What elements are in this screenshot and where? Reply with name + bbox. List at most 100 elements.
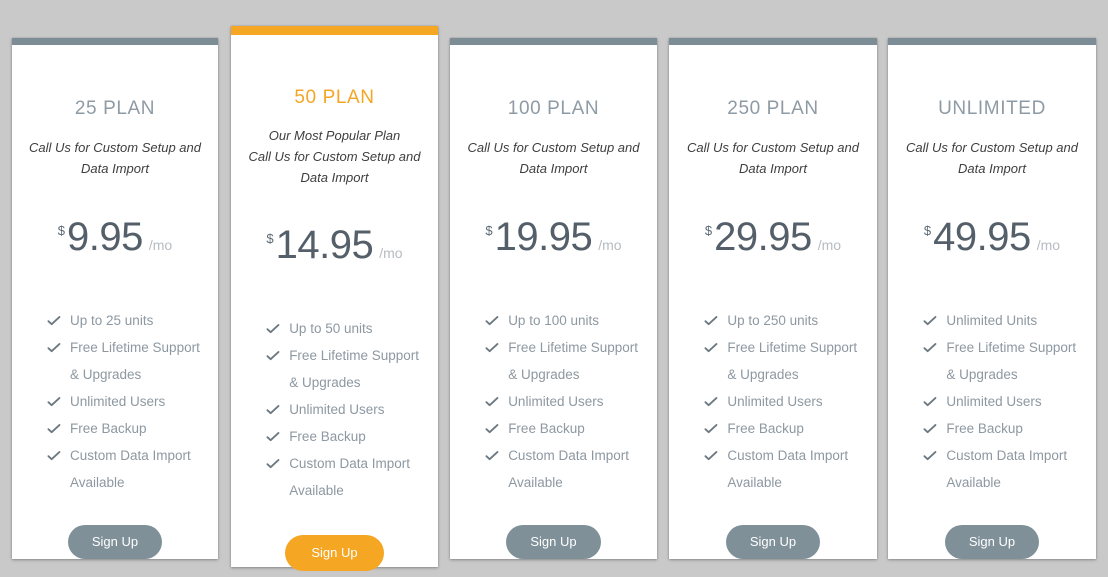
feature-item: Unlimited Users [231, 396, 438, 423]
feature-label: Free Lifetime Support [727, 340, 858, 355]
feature-label: Custom Data Import [70, 448, 191, 463]
feature-label: Up to 50 units [289, 321, 373, 336]
check-icon [47, 395, 61, 409]
feature-item: Available [12, 469, 218, 496]
feature-item: Free Lifetime Support [231, 342, 438, 369]
price-period: /mo [817, 237, 842, 253]
feature-label: Free Lifetime Support [289, 348, 419, 363]
check-icon [485, 314, 499, 328]
signup-button-plan-unlimited[interactable]: Sign Up [944, 525, 1040, 559]
price-currency: $ [923, 223, 932, 238]
feature-label: Up to 100 units [508, 313, 599, 328]
plan-subtitle-text: Call Us for Custom Setup and Data Import [29, 140, 201, 176]
feature-label: Unlimited Users [727, 394, 823, 409]
feature-label: & Upgrades [727, 367, 799, 382]
plan-subtitle: Our Most Popular Plan Call Us for Custom … [248, 125, 422, 188]
feature-label: Available [70, 475, 125, 490]
plan-subtitle-text: Call Us for Custom Setup and Data Import [467, 140, 640, 176]
check-icon [266, 322, 280, 336]
feature-label: Available [727, 475, 782, 490]
check-icon [266, 430, 280, 444]
check-icon [485, 449, 499, 463]
price-period: /mo [379, 245, 403, 261]
price-currency: $ [704, 223, 713, 238]
feature-label: Unlimited Users [70, 394, 166, 409]
feature-label: Custom Data Import [727, 448, 849, 463]
feature-item: Custom Data Import [12, 442, 218, 469]
feature-label: Up to 25 units [70, 313, 154, 328]
signup-button-plan-50[interactable]: Sign Up [285, 535, 384, 571]
plan-card-plan-250: 250 PLAN Call Us for Custom Setup and Dat… [669, 38, 877, 559]
check-icon [704, 341, 718, 355]
feature-item: Free Backup [231, 423, 438, 450]
feature-label: Custom Data Import [946, 448, 1068, 463]
feature-label: Unlimited Users [508, 394, 604, 409]
feature-item: & Upgrades [669, 361, 877, 388]
feature-label: Custom Data Import [508, 448, 629, 463]
check-icon [47, 449, 61, 463]
card-accent-bar [669, 38, 877, 45]
check-icon [266, 457, 280, 471]
feature-label: Free Backup [289, 429, 366, 444]
signup-button-plan-25[interactable]: Sign Up [67, 525, 163, 559]
price-currency: $ [485, 223, 493, 238]
feature-item: Available [231, 477, 438, 504]
feature-label: Free Lifetime Support [946, 340, 1077, 355]
feature-label: Free Backup [508, 421, 585, 436]
feature-list: Up to 25 units Free Lifetime Support & Upg… [12, 307, 218, 496]
card-accent-bar [450, 38, 657, 45]
check-icon [923, 341, 937, 355]
feature-list: Up to 250 units Free Lifetime Support & Up… [669, 307, 877, 496]
plan-title: 250 PLAN [727, 98, 819, 119]
check-icon [485, 422, 499, 436]
plan-subtitle: Call Us for Custom Setup and Data Import [686, 137, 861, 179]
feature-item: Free Backup [450, 415, 657, 442]
feature-label: Free Backup [946, 421, 1023, 436]
check-icon [47, 314, 61, 328]
price-period: /mo [148, 237, 173, 253]
feature-item: Custom Data Import [669, 442, 877, 469]
feature-item: Available [888, 469, 1096, 496]
check-icon [704, 395, 718, 409]
feature-label: & Upgrades [946, 367, 1018, 382]
feature-label: Up to 250 units [727, 313, 819, 328]
price-amount: 49.95 [933, 215, 1031, 259]
feature-label: Free Backup [70, 421, 147, 436]
feature-item: Unlimited Users [450, 388, 657, 415]
check-icon [266, 403, 280, 417]
feature-label: Unlimited Users [289, 402, 385, 417]
check-icon [923, 449, 937, 463]
feature-label: Custom Data Import [289, 456, 410, 471]
price-currency: $ [57, 223, 66, 238]
feature-item: Free Backup [669, 415, 877, 442]
feature-item: Up to 50 units [231, 315, 438, 342]
plan-subtitle: Call Us for Custom Setup and Data Import [905, 137, 1080, 179]
feature-item: Unlimited Users [669, 388, 877, 415]
feature-item: & Upgrades [12, 361, 218, 388]
feature-label: Available [508, 475, 563, 490]
feature-label: Available [946, 475, 1001, 490]
feature-item: Custom Data Import [450, 442, 657, 469]
feature-label: Unlimited Units [946, 313, 1038, 328]
check-icon [704, 449, 718, 463]
signup-button-plan-100[interactable]: Sign Up [506, 525, 601, 559]
feature-item: Unlimited Users [888, 388, 1096, 415]
plan-title: 100 PLAN [507, 98, 600, 119]
feature-item: Free Backup [888, 415, 1096, 442]
plan-title: UNLIMITED [938, 98, 1046, 119]
plan-card-plan-100: 100 PLAN Call Us for Custom Setup and Dat… [450, 38, 657, 559]
plan-subtitle: Call Us for Custom Setup and Data Import [28, 137, 201, 179]
signup-button-plan-250[interactable]: Sign Up [725, 525, 821, 559]
price-amount: 19.95 [494, 215, 593, 259]
feature-label: & Upgrades [289, 375, 361, 390]
plan-subtitle-text: Call Us for Custom Setup and Data Import [248, 149, 421, 185]
card-accent-bar [12, 38, 218, 45]
popular-note: Our Most Popular Plan [268, 128, 401, 143]
feature-item: Free Lifetime Support [888, 334, 1096, 361]
check-icon [923, 395, 937, 409]
feature-item: Custom Data Import [231, 450, 438, 477]
feature-list: Up to 50 units Free Lifetime Support & Upg… [231, 315, 438, 504]
feature-list: Up to 100 units Free Lifetime Support & Up… [450, 307, 657, 496]
feature-item: Free Lifetime Support [669, 334, 877, 361]
feature-label: Available [289, 483, 344, 498]
